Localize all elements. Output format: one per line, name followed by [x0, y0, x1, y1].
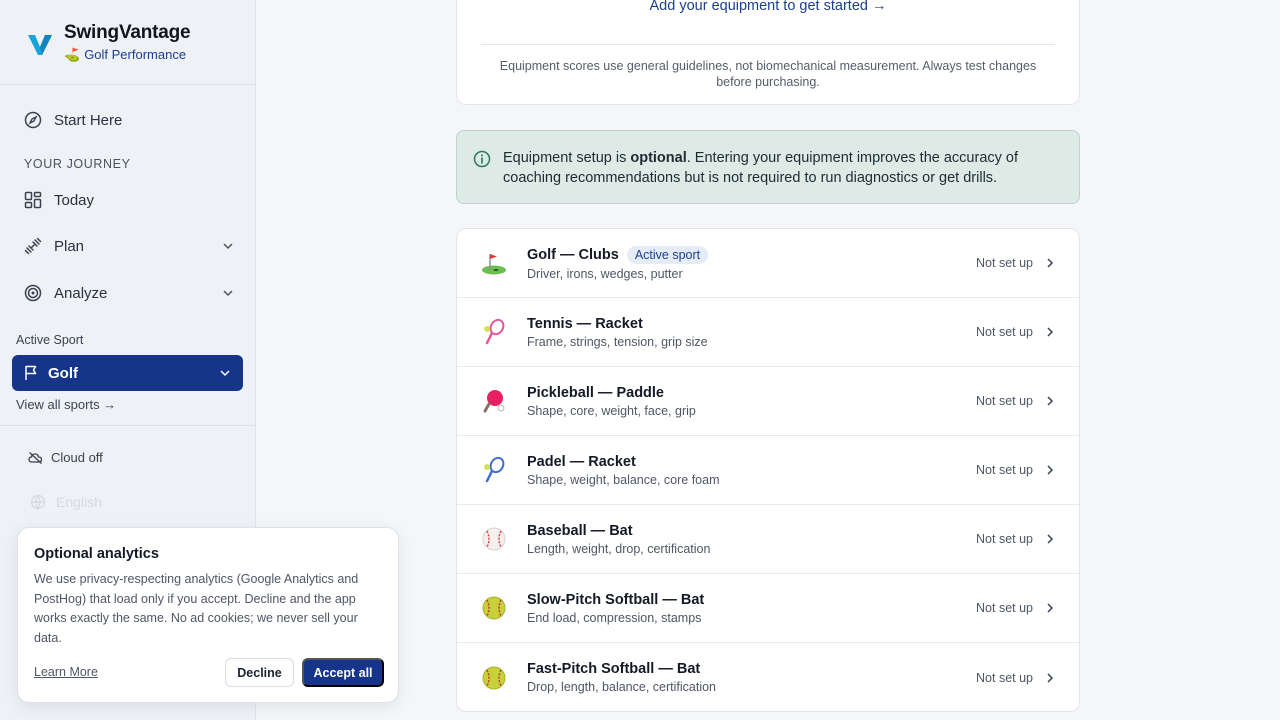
equipment-status: Not set up: [976, 601, 1055, 615]
equipment-subtitle: Length, weight, drop, certification: [527, 541, 711, 556]
active-sport-label: Active Sport: [16, 333, 84, 347]
softball-icon: [479, 593, 509, 623]
equipment-subtitle: Drop, length, balance, certification: [527, 680, 716, 694]
notice-bold: optional: [630, 150, 687, 166]
chevron-down-icon: [220, 370, 230, 377]
equipment-title: Pickleball — Paddle: [527, 384, 664, 401]
equipment-title: Golf — Clubs: [527, 246, 619, 263]
equipment-disclaimer: Equipment scores use general guidelines,…: [499, 59, 1037, 89]
chevron-right-icon: [1047, 327, 1054, 337]
golf-icon: [479, 248, 509, 278]
golf-flag-icon: ⛳: [64, 46, 81, 62]
tennis-racket-icon: [479, 317, 509, 347]
equipment-status: Not set up: [976, 325, 1055, 339]
equipment-row-baseball[interactable]: Baseball — Bat Length, weight, drop, cer…: [457, 505, 1079, 574]
equipment-row-tennis[interactable]: Tennis — Racket Frame, strings, tension,…: [457, 298, 1079, 367]
active-sport-select[interactable]: Golf: [12, 355, 243, 391]
chevron-right-icon: [1047, 396, 1054, 406]
equipment-status: Not set up: [976, 671, 1055, 685]
decline-button[interactable]: Decline: [225, 658, 294, 687]
equipment-title: Baseball — Bat: [527, 522, 633, 539]
nav-today-label: Today: [54, 191, 95, 209]
learn-more-link[interactable]: Learn More: [34, 665, 98, 679]
equipment-list: Golf — Clubs Active sport Driver, irons, …: [456, 228, 1080, 712]
equipment-row-golf[interactable]: Golf — Clubs Active sport Driver, irons, …: [457, 229, 1079, 298]
softball-icon: [479, 663, 509, 693]
optional-setup-notice: Equipment setup is optional. Entering yo…: [456, 130, 1080, 204]
equipment-status: Not set up: [976, 463, 1055, 477]
flag-icon: [25, 365, 37, 380]
active-sport-value: Golf: [48, 364, 78, 382]
language-label: English: [56, 494, 102, 510]
dumbbell-icon: [24, 237, 42, 255]
target-icon: [24, 284, 42, 302]
compass-icon: [24, 111, 42, 129]
equipment-status: Not set up: [976, 256, 1055, 270]
brand-subtitle: ⛳ Golf Performance: [64, 46, 187, 63]
chevron-right-icon: [1047, 534, 1054, 544]
padel-racket-icon: [479, 455, 509, 485]
equipment-row-fast-pitch[interactable]: Fast-Pitch Softball — Bat Drop, length, …: [457, 643, 1079, 711]
chevron-right-icon: [1047, 603, 1054, 613]
brand-header[interactable]: SwingVantage ⛳ Golf Performance: [0, 0, 255, 85]
equipment-row-padel[interactable]: Padel — Racket Shape, weight, balance, c…: [457, 436, 1079, 505]
equipment-subtitle: Driver, irons, wedges, putter: [527, 266, 683, 281]
baseball-icon: [479, 524, 509, 554]
equipment-title: Slow-Pitch Softball — Bat: [527, 591, 705, 608]
accept-all-button[interactable]: Accept all: [302, 658, 384, 687]
add-equipment-link[interactable]: Add your equipment to get started →: [457, 0, 1079, 14]
nav-plan-label: Plan: [54, 237, 85, 255]
equipment-summary-card: Add your equipment to get started → Equi…: [456, 0, 1080, 105]
equipment-title: Tennis — Racket: [527, 315, 643, 332]
consent-title: Optional analytics: [34, 546, 159, 562]
view-all-sports-link[interactable]: View all sports →: [16, 397, 116, 412]
nav-plan[interactable]: Plan: [24, 237, 234, 255]
notice-text: Equipment setup is optional. Entering yo…: [503, 150, 1018, 186]
language-selector[interactable]: English: [30, 494, 102, 510]
brand-name: SwingVantage: [64, 21, 191, 43]
equipment-title: Padel — Racket: [527, 453, 636, 470]
chevron-right-icon: [1047, 465, 1054, 475]
equipment-subtitle: Shape, core, weight, face, grip: [527, 403, 696, 418]
equipment-status: Not set up: [976, 532, 1055, 546]
analytics-consent-popup: Optional analytics We use privacy-respec…: [17, 527, 399, 703]
equipment-row-pickleball[interactable]: Pickleball — Paddle Shape, core, weight,…: [457, 367, 1079, 436]
nav-start-here-label: Start Here: [54, 111, 123, 129]
equipment-subtitle: Shape, weight, balance, core foam: [527, 472, 720, 487]
chevron-down-icon: [223, 243, 233, 250]
brand-logo-icon: [28, 35, 52, 55]
consent-text: We use privacy-respecting analytics (Goo…: [34, 572, 359, 645]
chevron-right-icon: [1047, 258, 1054, 268]
nav-analyze-label: Analyze: [54, 284, 108, 302]
cloud-off-icon: [28, 451, 43, 464]
nav-today[interactable]: Today: [24, 191, 234, 209]
chevron-down-icon: [223, 290, 233, 297]
cloud-status-label: Cloud off: [51, 450, 103, 465]
active-sport-badge: Active sport: [626, 245, 709, 264]
equipment-subtitle: Frame, strings, tension, grip size: [527, 334, 708, 349]
sidebar-divider: [0, 425, 256, 426]
dashboard-icon: [24, 191, 42, 209]
equipment-status: Not set up: [976, 394, 1055, 408]
ping-pong-icon: [479, 386, 509, 416]
journey-section-label: YOUR JOURNEY: [24, 157, 131, 171]
equipment-title: Fast-Pitch Softball — Bat: [527, 661, 701, 677]
card-divider: [481, 44, 1055, 45]
equipment-subtitle: End load, compression, stamps: [527, 610, 702, 625]
nav-analyze[interactable]: Analyze: [24, 284, 234, 302]
globe-icon: [30, 494, 46, 510]
chevron-right-icon: [1047, 672, 1054, 683]
nav-start-here[interactable]: Start Here: [24, 111, 234, 129]
equipment-row-slow-pitch[interactable]: Slow-Pitch Softball — Bat End load, comp…: [457, 574, 1079, 643]
info-icon: [473, 150, 491, 168]
cloud-status[interactable]: Cloud off: [28, 450, 103, 465]
